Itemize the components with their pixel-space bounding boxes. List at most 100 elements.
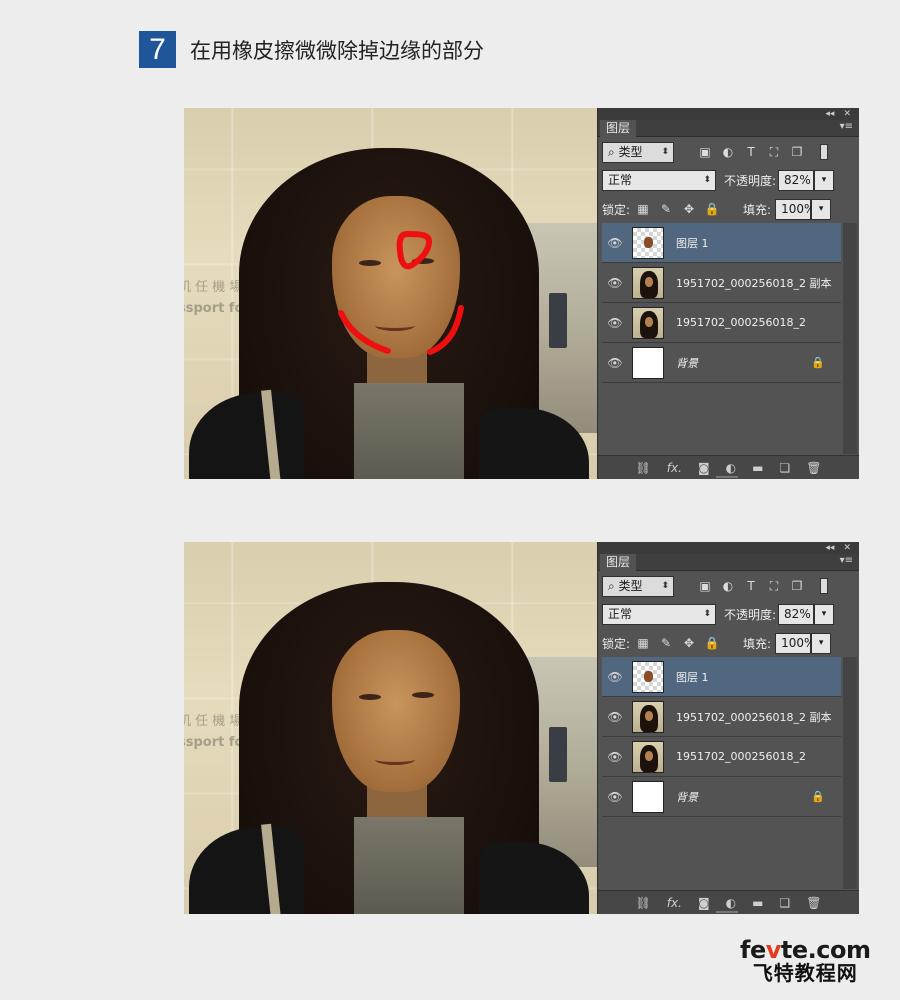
layers-scrollbar[interactable]: [843, 223, 857, 454]
layers-panel: ◂◂ ✕ 图层 ▾≡ ⌕ 类型 ⬍ ▣ ◐ T ⛶ ❐ 正常 ⬍ 不透明度: 82% …: [597, 542, 859, 914]
close-icon[interactable]: ✕: [843, 109, 851, 119]
blend-mode-select[interactable]: 正常 ⬍: [602, 603, 716, 625]
sign-text-cn: 机 任 機 場: [184, 714, 243, 729]
filter-kind-select[interactable]: ⌕ 类型 ⬍: [602, 141, 674, 163]
layer-row-photo[interactable]: 👁 1951702_000256018_2: [602, 737, 841, 777]
visibility-eye-icon[interactable]: 👁: [602, 236, 628, 250]
layer-row-copy[interactable]: 👁 1951702_000256018_2 副本: [602, 697, 841, 737]
visibility-eye-icon[interactable]: 👁: [602, 790, 628, 804]
filter-type-icon[interactable]: T: [744, 579, 758, 593]
visibility-eye-icon[interactable]: 👁: [602, 710, 628, 724]
layer-thumbnail: [632, 660, 664, 693]
fill-input[interactable]: 100%: [775, 198, 815, 220]
portrait-face: [332, 630, 460, 792]
lock-transparent-icon[interactable]: ▦: [636, 202, 650, 216]
layer-thumbnail: [632, 346, 664, 379]
visibility-eye-icon[interactable]: 👁: [602, 316, 628, 330]
fill-dropdown[interactable]: ▾: [811, 632, 832, 654]
layer-name: 背景: [676, 790, 698, 804]
layer-list: 👁 图层 1 👁 1951702_000256018_2 副本 👁 195170…: [602, 223, 841, 383]
layer-thumbnail: [632, 306, 664, 339]
link-icon[interactable]: ⛓: [636, 461, 651, 475]
opacity-dropdown[interactable]: ▾: [814, 603, 835, 625]
layer-name: 1951702_000256018_2 副本: [676, 276, 832, 290]
layer-row-layer1[interactable]: 👁 图层 1: [602, 657, 841, 697]
collapse-icon[interactable]: ◂◂: [825, 543, 834, 553]
layer-row-photo[interactable]: 👁 1951702_000256018_2: [602, 303, 841, 343]
mask-icon[interactable]: ◙: [698, 896, 710, 910]
fill-input[interactable]: 100%: [775, 632, 815, 654]
filter-adjustment-icon[interactable]: ◐: [721, 145, 735, 159]
trash-icon[interactable]: 🗑: [806, 896, 821, 910]
visibility-eye-icon[interactable]: 👁: [602, 670, 628, 684]
mask-icon[interactable]: ◙: [698, 461, 710, 475]
lock-image-icon[interactable]: ✎: [659, 636, 673, 650]
visibility-eye-icon[interactable]: 👁: [602, 356, 628, 370]
fill-dropdown[interactable]: ▾: [811, 198, 832, 220]
photo-canvas[interactable]: 机 任 機 場 ssport for y: [184, 542, 597, 914]
lock-position-icon[interactable]: ✥: [682, 202, 696, 216]
layer-row-background[interactable]: 👁 背景 🔒: [602, 343, 841, 383]
fx-icon[interactable]: fx.: [667, 896, 682, 910]
blend-mode-select[interactable]: 正常 ⬍: [602, 169, 716, 191]
filter-pixel-icon[interactable]: ▣: [698, 579, 712, 593]
link-icon[interactable]: ⛓: [636, 896, 651, 910]
screenshot-after: 机 任 機 場 ssport for y ◂◂ ✕ 图层 ▾≡ ⌕ 类型 ⬍ ▣ ◐…: [184, 542, 859, 914]
collapse-icon[interactable]: ◂◂: [825, 109, 834, 119]
new-layer-icon[interactable]: ❏: [779, 896, 790, 910]
opacity-input[interactable]: 82%: [778, 169, 815, 191]
layer-thumbnail: [632, 740, 664, 773]
adjustment-icon[interactable]: ◐: [726, 461, 736, 475]
layers-scrollbar[interactable]: [843, 657, 857, 889]
visibility-eye-icon[interactable]: 👁: [602, 750, 628, 764]
lock-all-icon[interactable]: 🔒: [705, 636, 720, 650]
lock-transparent-icon[interactable]: ▦: [636, 636, 650, 650]
layer-row-layer1[interactable]: 👁 图层 1: [602, 223, 841, 263]
opacity-dropdown[interactable]: ▾: [814, 169, 835, 191]
folder-icon[interactable]: ▬: [752, 896, 763, 910]
layer-row-background[interactable]: 👁 背景 🔒: [602, 777, 841, 817]
watermark-site-name: 飞特教程网: [752, 961, 858, 985]
tab-layers[interactable]: 图层: [600, 554, 637, 571]
layer-name: 1951702_000256018_2: [676, 750, 806, 763]
filter-type-icon[interactable]: T: [744, 145, 758, 159]
tab-layers[interactable]: 图层: [600, 120, 637, 137]
trash-icon[interactable]: 🗑: [806, 461, 821, 475]
watermark-logo: fevte.com 飞特教程网: [740, 936, 871, 985]
filter-toggle[interactable]: [820, 144, 828, 160]
screenshot-before: 机 任 機 場 ssport for y ◂◂ ✕ 图层 ▾≡ ⌕ 类型 ⬍ ▣ ◐…: [184, 108, 859, 479]
step-header: 7 在用橡皮擦微微除掉边缘的部分: [139, 31, 484, 68]
fx-icon[interactable]: fx.: [667, 461, 682, 475]
layer-thumbnail: [632, 780, 664, 813]
red-marker-annotations: [338, 231, 464, 355]
fill-label: 填充:: [743, 636, 772, 651]
visibility-eye-icon[interactable]: 👁: [602, 276, 628, 290]
lock-position-icon[interactable]: ✥: [682, 636, 696, 650]
close-icon[interactable]: ✕: [843, 543, 851, 553]
photo-canvas[interactable]: 机 任 機 場 ssport for y: [184, 108, 597, 479]
layer-name: 背景: [676, 356, 698, 370]
lock-all-icon[interactable]: 🔒: [705, 202, 720, 216]
filter-shape-icon[interactable]: ⛶: [767, 145, 781, 159]
adjustment-icon[interactable]: ◐: [726, 896, 736, 910]
filter-kind-select[interactable]: ⌕ 类型 ⬍: [602, 575, 674, 597]
panel-menu-icon[interactable]: ▾≡: [840, 121, 853, 132]
panel-bottom-toolbar: ⛓ fx. ◙ ◐ ▬ ❏ 🗑: [598, 890, 859, 914]
lock-label: 锁定:: [602, 636, 631, 651]
filter-smart-object-icon[interactable]: ❐: [790, 145, 804, 159]
filter-toggle[interactable]: [820, 578, 828, 594]
search-icon: ⌕: [608, 578, 619, 593]
layer-name: 图层 1: [676, 236, 709, 250]
layer-lock-icon: 🔒: [811, 790, 825, 803]
filter-adjustment-icon[interactable]: ◐: [721, 579, 735, 593]
filter-smart-object-icon[interactable]: ❐: [790, 579, 804, 593]
filter-shape-icon[interactable]: ⛶: [767, 579, 781, 593]
opacity-input[interactable]: 82%: [778, 603, 815, 625]
lock-image-icon[interactable]: ✎: [659, 202, 673, 216]
filter-pixel-icon[interactable]: ▣: [698, 145, 712, 159]
fill-label: 填充:: [743, 202, 772, 217]
panel-menu-icon[interactable]: ▾≡: [840, 555, 853, 566]
new-layer-icon[interactable]: ❏: [779, 461, 790, 475]
folder-icon[interactable]: ▬: [752, 461, 763, 475]
layer-row-copy[interactable]: 👁 1951702_000256018_2 副本: [602, 263, 841, 303]
